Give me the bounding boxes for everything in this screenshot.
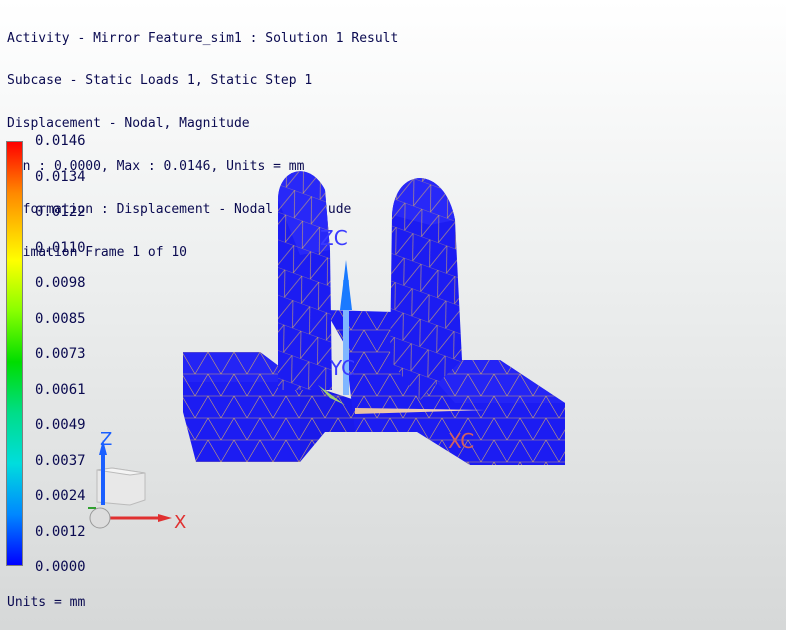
triad-z-label: Z	[100, 429, 112, 450]
graphics-viewport[interactable]: ZC YC XC Z X	[0, 0, 786, 630]
x-axis-arrow-icon	[158, 514, 172, 522]
fem-model-mesh[interactable]	[183, 171, 565, 465]
wcs-yc-label: YC	[329, 356, 355, 380]
view-triad[interactable]: Z X	[88, 429, 186, 533]
wcs-xc-label: XC	[448, 429, 474, 453]
triad-origin-icon	[89, 507, 111, 529]
wcs-zc-label: ZC	[320, 226, 348, 250]
zc-arrow-icon	[340, 260, 352, 310]
triad-x-label: X	[174, 512, 186, 533]
units-label: Units = mm	[7, 595, 86, 610]
